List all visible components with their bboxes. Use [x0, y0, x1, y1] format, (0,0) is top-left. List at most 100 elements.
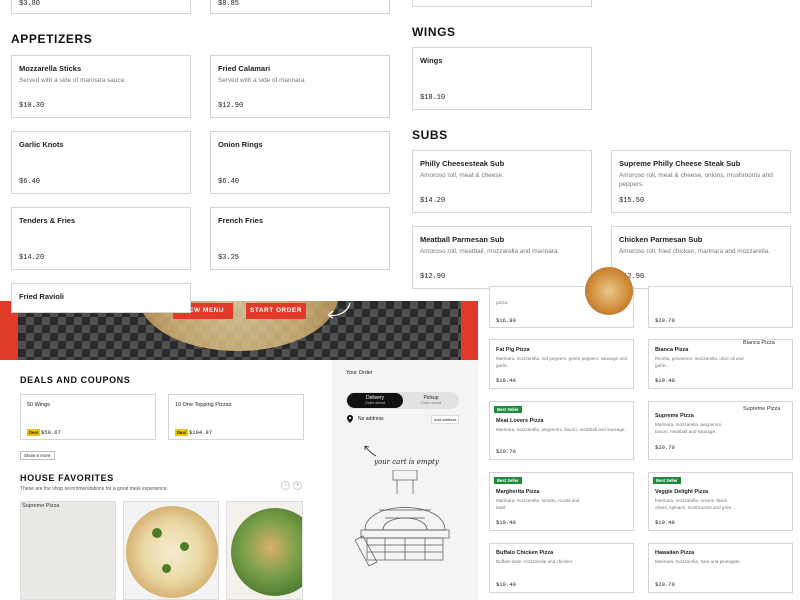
item-name: French Fries: [218, 216, 264, 225]
deal-badge: Deal: [27, 429, 40, 436]
section-title-subs: SUBS: [412, 128, 448, 142]
favorite-card[interactable]: Supreme Pizza: [20, 501, 116, 600]
item-desc: Marinara, mozzarella, onions, black oliv…: [655, 498, 735, 510]
item-name: Mozzarella Sticks: [19, 64, 82, 73]
item-desc: Marinara, mozzarella, pepperoni, bacon, …: [655, 422, 723, 434]
deal-price: $194.87: [189, 429, 213, 436]
item-desc: Marinara, mozzarella, red peppers, green…: [496, 356, 627, 368]
item-desc: Buffalo base, mozzarella and chicken.: [496, 559, 574, 564]
pizza-card[interactable]: Fat Pig Pizza Marinara, mozzarella, red …: [489, 339, 634, 389]
menu-item-card[interactable]: Chicken Parmesan Sub Amoroso roll, fried…: [611, 226, 791, 289]
item-price: $16.80: [496, 317, 516, 324]
item-price: $6.40: [19, 178, 41, 186]
empty-cart-arrow-icon: [364, 445, 377, 457]
item-price: $19.40: [496, 377, 516, 384]
item-name: Garlic Knots: [19, 140, 64, 149]
item-name: Chicken Parmesan Sub: [619, 235, 703, 244]
pizza-card[interactable]: Hawaiian Pizza Marinara, mozzarella, ham…: [648, 543, 793, 593]
image-alt-text: Bianca Pizza: [743, 340, 775, 346]
item-price: $12.90: [218, 102, 244, 110]
best-seller-badge: Best Seller: [653, 477, 681, 484]
item-price: $19.40: [655, 377, 675, 384]
image-alt-text: Supreme Pizza: [743, 406, 781, 412]
item-price: $12.90: [420, 273, 446, 281]
start-order-label: START ORDER: [250, 307, 302, 314]
favorite-card[interactable]: [123, 501, 219, 600]
item-name: Veggie Delight Pizza: [655, 489, 709, 495]
menu-item-card[interactable]: $3.80: [11, 0, 191, 14]
section-title-wings: WINGS: [412, 25, 456, 39]
show-more-button[interactable]: Show 6 more: [20, 451, 55, 460]
menu-item-card[interactable]: Fried Ravioli: [11, 283, 191, 313]
item-price: $3.80: [19, 0, 41, 8]
menu-item-card[interactable]: Wings $18.10: [412, 47, 592, 110]
deal-card[interactable]: 10 One Topping Pizzas Deal $194.87: [168, 394, 304, 440]
carousel-next-button[interactable]: ›: [293, 481, 302, 490]
menu-item-card[interactable]: $8.85: [210, 0, 390, 14]
menu-item-card[interactable]: Meatball Parmesan Sub Amoroso roll, meat…: [412, 226, 592, 289]
menu-item-card[interactable]: pizza. $16.80: [489, 267, 634, 328]
menu-item-card[interactable]: [412, 0, 592, 7]
item-name: Fried Calamari: [218, 64, 271, 73]
item-desc: Served with a side of marinara sauce.: [19, 77, 126, 84]
item-price: $20.70: [496, 448, 516, 455]
menu-item-card[interactable]: Fried Calamari Served with a side of mar…: [210, 55, 390, 118]
deal-badge: Deal: [175, 429, 188, 436]
item-name: Onion Rings: [218, 140, 263, 149]
menu-item-card[interactable]: Supreme Philly Cheese Steak Sub Amoroso …: [611, 150, 791, 213]
item-price: $20.70: [655, 581, 675, 588]
pizza-card[interactable]: Buffalo Chicken Pizza Buffalo base, mozz…: [489, 543, 634, 593]
add-address-button[interactable]: Add address: [431, 415, 460, 424]
item-name: Fat Pig Pizza: [496, 347, 530, 353]
item-price: $20.70: [655, 317, 675, 324]
pickup-option[interactable]: Pickup Order ahead: [404, 393, 458, 408]
menu-item-card[interactable]: French Fries $3.25: [210, 207, 390, 270]
item-desc: Marinara, mozzarella, pepperoni, bacon, …: [496, 427, 626, 432]
menu-item-card[interactable]: Mozzarella Sticks Served with a side of …: [11, 55, 191, 118]
pizza-card[interactable]: Best Seller Margherita Pizza Marinara, m…: [489, 472, 634, 531]
image-alt-text: Supreme Pizza: [22, 503, 60, 509]
item-price: $8.85: [218, 0, 240, 8]
item-price: $18.10: [420, 94, 446, 102]
start-order-button[interactable]: START ORDER: [246, 303, 306, 319]
delivery-option[interactable]: Delivery Order ahead: [347, 393, 403, 408]
menu-item-card[interactable]: Garlic Knots $6.40: [11, 131, 191, 194]
item-name: Supreme Pizza: [655, 413, 694, 419]
order-panel-title: Your Order: [346, 370, 373, 376]
deal-price: $59.67: [41, 429, 61, 436]
best-seller-badge: Best Seller: [494, 406, 522, 413]
item-price: $3.25: [218, 254, 240, 262]
item-price: $20.70: [655, 444, 675, 451]
pizza-card[interactable]: Best Seller Veggie Delight Pizza Marinar…: [648, 472, 793, 531]
carousel-prev-button[interactable]: ‹: [281, 481, 290, 490]
menu-item-card[interactable]: $20.70: [648, 286, 793, 328]
basil-topping: [152, 528, 162, 538]
location-pin-icon: [347, 415, 353, 423]
item-price: $19.40: [496, 581, 516, 588]
basil-topping: [180, 542, 189, 551]
menu-item-card[interactable]: Tenders & Fries $14.20: [11, 207, 191, 270]
favorite-card[interactable]: [226, 501, 303, 600]
item-price: $10.30: [19, 102, 45, 110]
menu-item-card[interactable]: Onion Rings $6.40: [210, 131, 390, 194]
item-name: Buffalo Chicken Pizza: [496, 550, 554, 556]
basil-topping: [162, 564, 171, 573]
item-desc: Served with a side of marinara.: [218, 77, 307, 84]
section-title-deals: DEALS AND COUPONS: [20, 375, 131, 385]
pizza-card[interactable]: Best Seller Meat Lovers Pizza Marinara, …: [489, 401, 634, 460]
item-name: Tenders & Fries: [19, 216, 76, 225]
item-desc: Amoroso roll, meatball, mozzarella and m…: [420, 248, 560, 255]
arrow-icon: [327, 302, 351, 319]
deal-card[interactable]: 50 Wings Deal $59.67: [20, 394, 156, 440]
item-desc: Marinara, mozzarella, tomato, ricotta an…: [496, 498, 580, 510]
delivery-sub: Order ahead: [364, 401, 386, 405]
pickup-sub: Order ahead: [420, 401, 442, 405]
pizza-card[interactable]: Bianca Pizza Ricotta, provolone, mozzare…: [648, 339, 793, 389]
item-name: Fried Ravioli: [19, 292, 65, 301]
item-desc: Amoroso roll, meat & cheese, onions, mus…: [619, 172, 773, 188]
item-price: $19.40: [655, 519, 675, 526]
pizza-card[interactable]: Supreme Pizza Marinara, mozzarella, pepp…: [648, 401, 793, 460]
item-desc: Ricotta, provolone, mozzarella, olive oi…: [655, 356, 744, 368]
pizza-image: [585, 267, 633, 315]
menu-item-card[interactable]: Philly Cheesesteak Sub Amoroso roll, mea…: [412, 150, 592, 213]
